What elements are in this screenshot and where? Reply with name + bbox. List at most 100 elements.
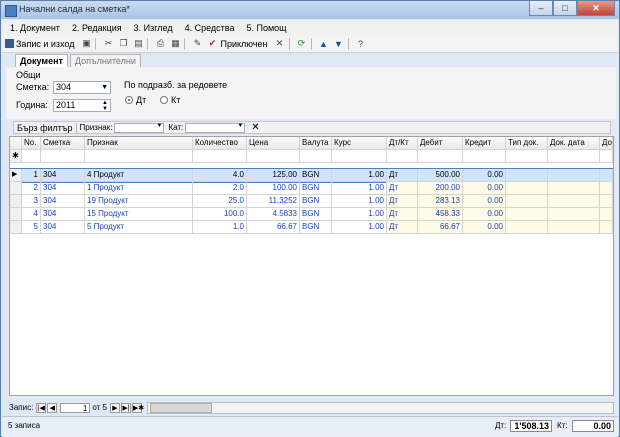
cell-price[interactable]: 66.67	[247, 221, 300, 234]
year-spinner[interactable]: 2011 ▲ ▼	[53, 99, 111, 112]
cell-attr[interactable]: 19 Продукт	[85, 195, 193, 208]
check-icon[interactable]: ✔	[206, 38, 218, 50]
finish-button[interactable]: Приключен	[220, 39, 267, 49]
help-icon[interactable]: ?	[355, 38, 367, 50]
cell-cur[interactable]: BGN	[300, 221, 332, 234]
header-account[interactable]: Сметка	[41, 137, 85, 150]
cat-filter-combo[interactable]: ▼	[185, 122, 246, 133]
cell-no[interactable]: 3	[22, 195, 41, 208]
cell-cur[interactable]: BGN	[300, 195, 332, 208]
cell-empty[interactable]	[506, 221, 548, 234]
cell-empty[interactable]	[548, 221, 600, 234]
cell-dk[interactable]: Дт	[387, 169, 418, 182]
cell-dk[interactable]: Дт	[387, 195, 418, 208]
cell-qty[interactable]: 1.0	[193, 221, 247, 234]
next-record-icon[interactable]: ▶	[109, 402, 120, 413]
radio-kt[interactable]: Кт	[160, 95, 180, 105]
cell-attr[interactable]: 5 Продукт	[85, 221, 193, 234]
cell-empty[interactable]	[600, 182, 613, 195]
header-credit[interactable]: Кредит	[463, 137, 506, 150]
cell-cur[interactable]: BGN	[300, 182, 332, 195]
account-combo[interactable]: 304 ▼	[53, 81, 111, 94]
spin-icon[interactable]: ▲ ▼	[102, 100, 108, 112]
tab-additional[interactable]: Допълнителни	[69, 54, 141, 67]
cell-price[interactable]: 4.5833	[247, 208, 300, 221]
cut-icon[interactable]: ✂	[102, 38, 114, 50]
radio-dt[interactable]: Дт	[125, 95, 146, 105]
cell-qty[interactable]: 25.0	[193, 195, 247, 208]
horizontal-scrollbar[interactable]	[146, 401, 614, 414]
menu-document[interactable]: 1. Документ	[6, 23, 64, 33]
maximize-button[interactable]: □	[553, 1, 577, 16]
attr-filter-combo[interactable]: ▼	[114, 122, 165, 133]
cell-qty[interactable]: 2.0	[193, 182, 247, 195]
cell-price[interactable]: 11.3252	[247, 195, 300, 208]
cancel-icon[interactable]: ✕	[274, 38, 286, 50]
header-no[interactable]: No.	[22, 137, 41, 150]
cell-no[interactable]: 5	[22, 221, 41, 234]
save-close-button[interactable]: Запис и изход	[16, 39, 74, 49]
print-icon[interactable]: ⎙	[154, 38, 166, 50]
cell-debit[interactable]: 66.67	[418, 221, 463, 234]
cell-credit[interactable]: 0.00	[463, 221, 506, 234]
header-attr[interactable]: Признак	[85, 137, 193, 150]
cell-empty[interactable]	[600, 208, 613, 221]
cell-no[interactable]: 1	[22, 169, 41, 182]
refresh-icon[interactable]: ⟳	[296, 38, 308, 50]
cell-rate[interactable]: 1.00	[332, 208, 387, 221]
cell-rate[interactable]: 1.00	[332, 169, 387, 182]
cell-empty[interactable]	[548, 182, 600, 195]
cell-rate[interactable]: 1.00	[332, 195, 387, 208]
cell-qty[interactable]: 4.0	[193, 169, 247, 182]
cell-credit[interactable]: 0.00	[463, 208, 506, 221]
header-price[interactable]: Цена	[247, 137, 300, 150]
first-record-icon[interactable]: |◀	[36, 402, 47, 413]
cell-account[interactable]: 304	[41, 221, 85, 234]
minimize-button[interactable]: –	[529, 1, 553, 16]
cell-empty[interactable]	[506, 182, 548, 195]
cell-no[interactable]: 4	[22, 208, 41, 221]
cell-attr[interactable]: 1 Продукт	[85, 182, 193, 195]
cell-dk[interactable]: Дт	[387, 182, 418, 195]
edit-icon[interactable]: ✎	[191, 38, 203, 50]
arrow-down-icon[interactable]: ▼	[333, 38, 345, 50]
header-doc-more[interactable]: До	[600, 137, 613, 150]
save-icon[interactable]	[5, 39, 14, 48]
copy-icon[interactable]: ❐	[117, 38, 129, 50]
menu-tools[interactable]: 4. Средства	[181, 23, 239, 33]
current-record-field[interactable]: 1	[60, 402, 91, 413]
table-row[interactable]: 5 304 5 Продукт 1.0 66.67 BGN 1.00 Дт 66.67 0.00	[10, 221, 613, 234]
cell-rate[interactable]: 1.00	[332, 182, 387, 195]
cell-empty[interactable]	[548, 195, 600, 208]
cell-qty[interactable]: 100.0	[193, 208, 247, 221]
scroll-thumb[interactable]	[149, 402, 212, 413]
cell-dk[interactable]: Дт	[387, 221, 418, 234]
table-row[interactable]: 4 304 15 Продукт 100.0 4.5833 BGN 1.00 Дт 458.33…	[10, 208, 613, 221]
cell-credit[interactable]: 0.00	[463, 195, 506, 208]
close-button[interactable]: ✕	[577, 1, 615, 16]
cell-price[interactable]: 125.00	[247, 169, 300, 182]
table-row[interactable]: 2 304 1 Продукт 2.0 100.00 BGN 1.00 Дт 200.00 0.0…	[10, 182, 613, 195]
cell-attr[interactable]: 4 Продукт	[85, 169, 193, 182]
cell-price[interactable]: 100.00	[247, 182, 300, 195]
header-debit[interactable]: Дебит	[418, 137, 463, 150]
cell-no[interactable]: 2	[22, 182, 41, 195]
cell-empty[interactable]	[506, 195, 548, 208]
paste-icon[interactable]: ▤	[132, 38, 144, 50]
prev-record-icon[interactable]: ◀	[47, 402, 58, 413]
clear-filter-icon[interactable]: ✕	[251, 122, 259, 133]
header-qty[interactable]: Количество	[193, 137, 247, 150]
cell-account[interactable]: 304	[41, 182, 85, 195]
cell-debit[interactable]: 200.00	[418, 182, 463, 195]
cell-empty[interactable]	[548, 169, 600, 182]
table-row[interactable]: 3 304 19 Продукт 25.0 11.3252 BGN 1.00 Дт 283.13…	[10, 195, 613, 208]
header-doc-date[interactable]: Док. дата	[548, 137, 600, 150]
cell-debit[interactable]: 283.13	[418, 195, 463, 208]
header-rate[interactable]: Курс	[332, 137, 387, 150]
cell-account[interactable]: 304	[41, 169, 85, 182]
cell-dk[interactable]: Дт	[387, 208, 418, 221]
arrow-up-icon[interactable]: ▲	[318, 38, 330, 50]
cell-attr[interactable]: 15 Продукт	[85, 208, 193, 221]
cell-rate[interactable]: 1.00	[332, 221, 387, 234]
tab-document[interactable]: Документ	[15, 54, 68, 67]
